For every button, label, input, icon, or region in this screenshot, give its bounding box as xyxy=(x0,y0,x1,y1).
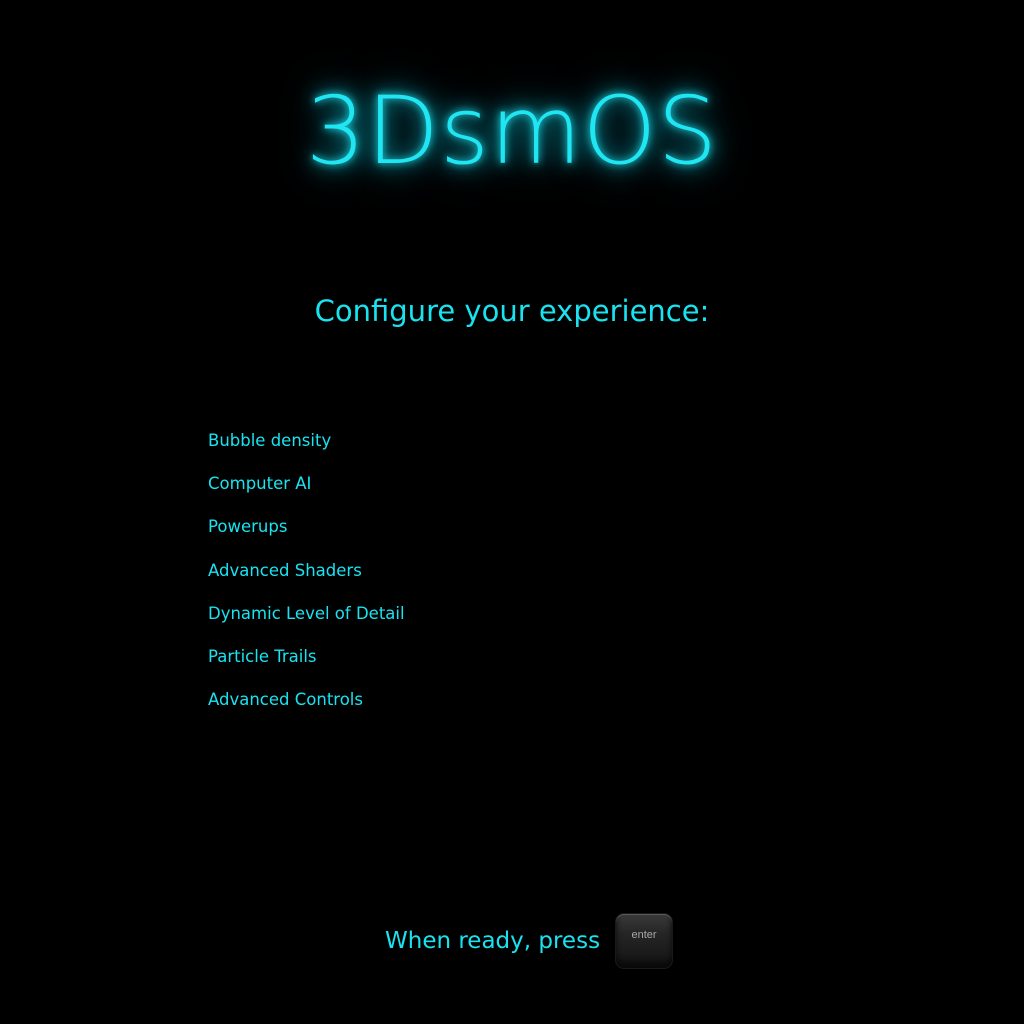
option-dynamic-level-of-detail[interactable]: Dynamic Level of Detail xyxy=(208,601,405,644)
option-advanced-controls[interactable]: Advanced Controls xyxy=(208,687,405,730)
option-powerups[interactable]: Powerups xyxy=(208,514,405,557)
option-particle-trails[interactable]: Particle Trails xyxy=(208,644,405,687)
configure-heading: Configure your experience: xyxy=(314,294,710,328)
start-prompt-text: When ready, press xyxy=(385,928,601,954)
start-prompt: When ready, press enter xyxy=(385,912,673,970)
game-title: 3DsmOS xyxy=(305,77,719,186)
options-list: Bubble density Computer AI Powerups Adva… xyxy=(208,428,405,730)
enter-key-label: enter xyxy=(631,929,657,941)
option-computer-ai[interactable]: Computer AI xyxy=(208,471,405,514)
option-advanced-shaders[interactable]: Advanced Shaders xyxy=(208,558,405,601)
enter-key-icon[interactable]: enter xyxy=(616,914,673,968)
option-bubble-density[interactable]: Bubble density xyxy=(208,428,405,471)
